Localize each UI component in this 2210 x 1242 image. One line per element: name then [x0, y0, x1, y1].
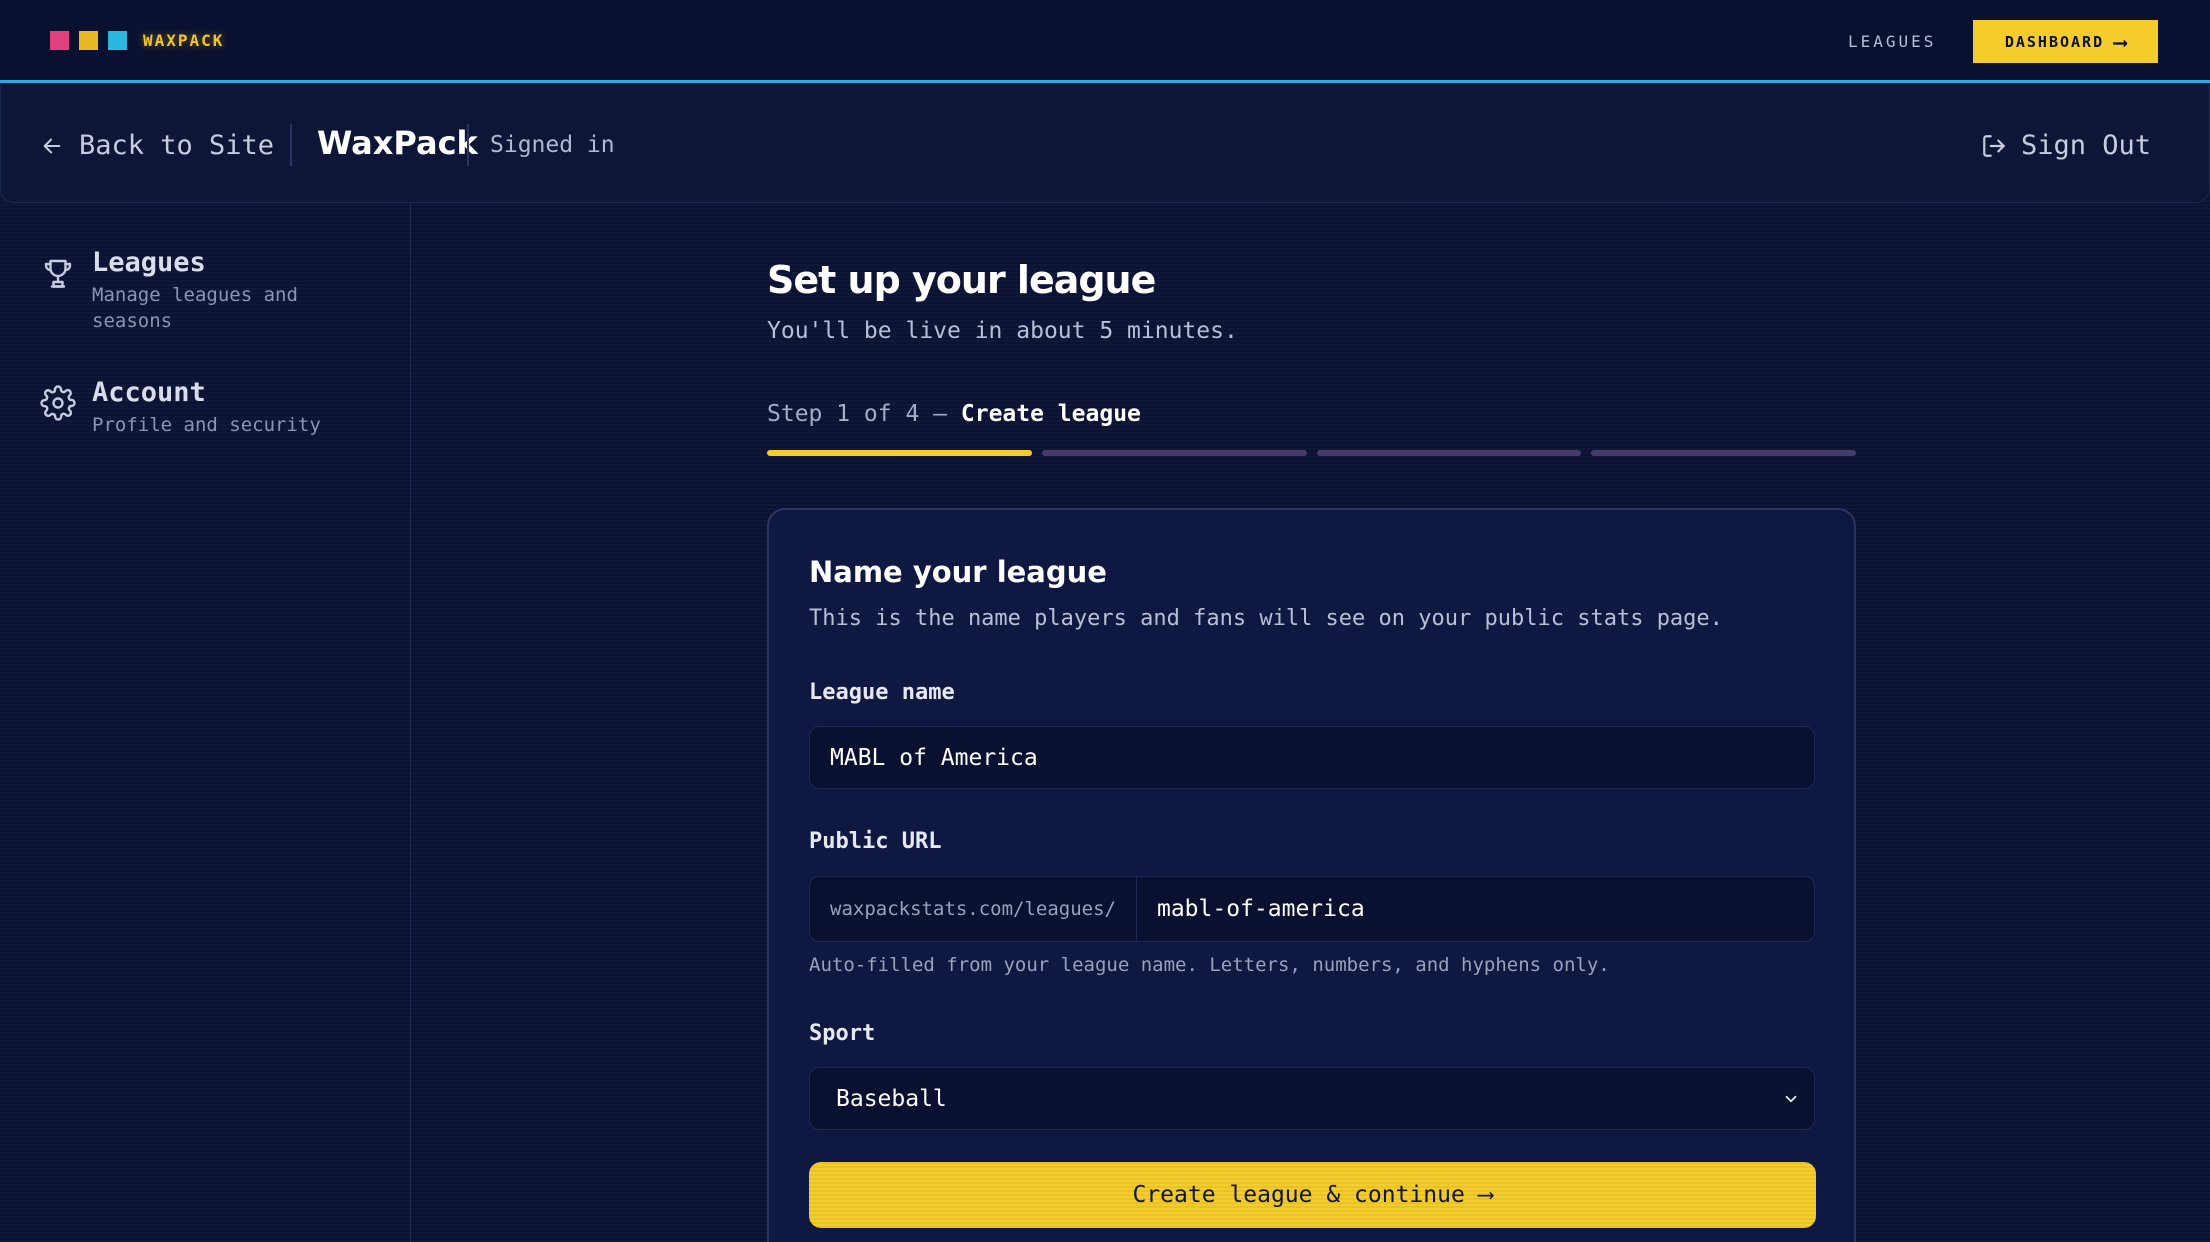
progress-segment [1591, 450, 1856, 456]
create-league-button[interactable]: Create league & continue ⟶ [809, 1162, 1816, 1228]
public-url-label: Public URL [809, 829, 942, 854]
logo-square-cyan [108, 31, 127, 50]
sidebar-item-subtitle: Manage leagues and [92, 284, 298, 306]
logo-square-pink [50, 31, 69, 50]
progress-segment [1316, 450, 1582, 456]
league-name-input[interactable]: MABL of America [809, 726, 1815, 789]
nav-link-leagues[interactable]: LEAGUES [1848, 32, 1936, 51]
create-league-button-label: Create league & continue ⟶ [1132, 1182, 1493, 1208]
sign-out-icon [1983, 134, 2005, 157]
sidebar-item-title: Leagues [92, 247, 206, 278]
step-name: Create league [960, 401, 1141, 427]
sidebar-item-leagues[interactable]: Leagues Manage leagues and seasons [40, 247, 298, 334]
progress-segment [767, 450, 1032, 456]
sign-out-button[interactable]: Sign Out [1981, 130, 2151, 161]
form-title: Name your league [809, 555, 1107, 589]
sidebar: Leagues Manage leagues and seasons Accou… [0, 203, 411, 1242]
sidebar-item-subtitle: Profile and security [92, 414, 321, 436]
top-navigation-bar: WAXPACK LEAGUES DASHBOARD ⟶ [0, 0, 2210, 83]
sidebar-item-title: Account [92, 377, 206, 408]
url-hint: Auto-filled from your league name. Lette… [809, 954, 1610, 976]
public-url-input[interactable]: waxpackstats.com/leagues/ mabl-of-americ… [809, 876, 1815, 942]
back-to-site-link[interactable]: Back to Site [41, 130, 274, 161]
league-name-value: MABL of America [830, 744, 1038, 771]
url-slug-value: mabl-of-america [1156, 896, 1365, 922]
logo-square-yellow [79, 31, 98, 50]
logo-text: WAXPACK [143, 31, 225, 50]
header-divider [467, 124, 469, 166]
arrow-right-icon: ⟶ [2114, 29, 2127, 54]
step-progress-bar [767, 450, 1856, 456]
sidebar-item-account[interactable]: Account Profile and security [40, 377, 321, 438]
chevron-down-icon [1785, 1095, 1797, 1103]
league-form-card: Name your league This is the name player… [767, 508, 1856, 1242]
progress-segment [1041, 450, 1307, 456]
step-counter: Step 1 of 4 — [767, 401, 961, 427]
dashboard-button-label: DASHBOARD [2004, 32, 2105, 51]
url-prefix: waxpackstats.com/leagues/ [810, 877, 1137, 941]
arrow-left-icon [43, 138, 61, 153]
header-divider [290, 124, 292, 166]
step-indicator: Step 1 of 4 — Create league [767, 401, 1141, 427]
sidebar-item-subtitle: seasons [92, 310, 173, 332]
gear-icon [40, 385, 76, 421]
sport-selected-value: Baseball [836, 1085, 947, 1112]
sign-in-status: Signed in [490, 132, 615, 158]
back-to-site-label: Back to Site [79, 130, 275, 161]
page-subtitle: You'll be live in about 5 minutes. [767, 318, 1238, 344]
dashboard-button[interactable]: DASHBOARD ⟶ [1973, 20, 2158, 63]
app-header: Back to Site WaxPack Signed in Sign Out [0, 86, 2210, 203]
sport-select[interactable]: Baseball [809, 1067, 1815, 1130]
trophy-icon [44, 259, 72, 288]
form-subtitle: This is the name players and fans will s… [809, 606, 1723, 631]
brand-name: WaxPack [317, 124, 478, 162]
sport-label: Sport [809, 1021, 876, 1046]
sign-out-label: Sign Out [2020, 130, 2151, 161]
logo[interactable]: WAXPACK [50, 31, 224, 50]
league-name-label: League name [809, 680, 955, 705]
page-title: Set up your league [767, 258, 1156, 302]
